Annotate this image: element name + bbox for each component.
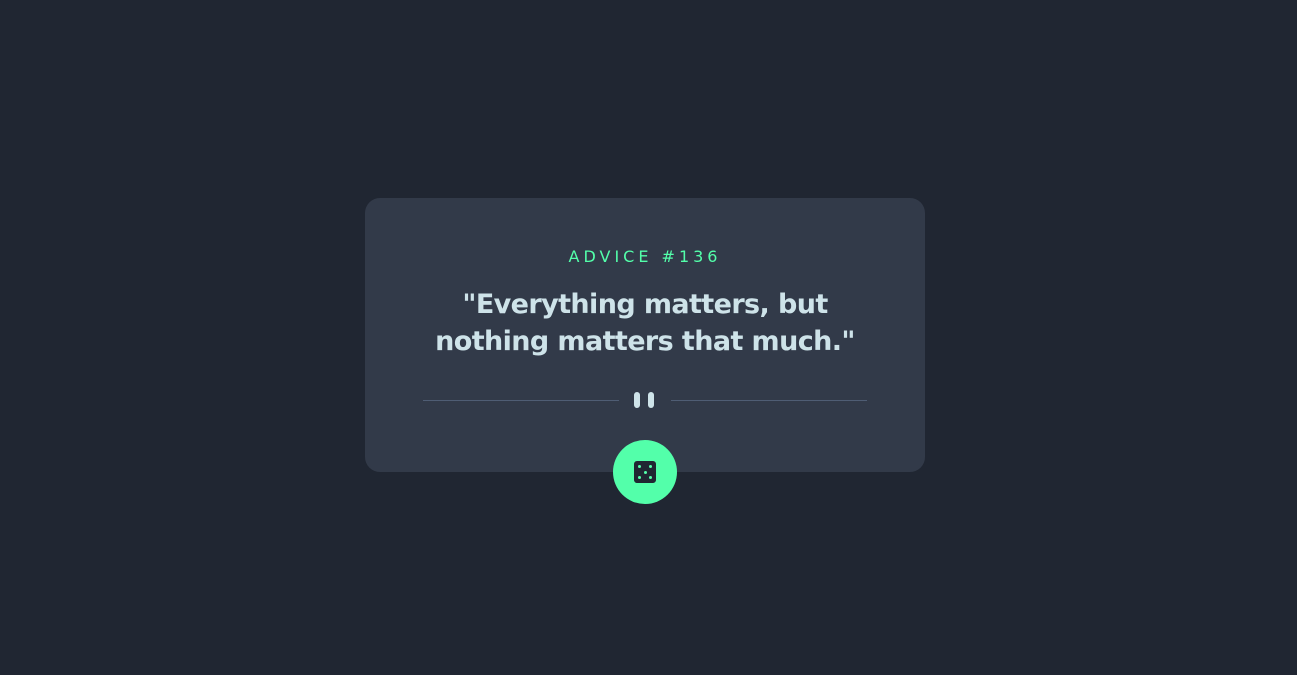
divider-line-left <box>423 400 619 401</box>
dice-icon <box>634 461 656 483</box>
divider <box>423 388 867 412</box>
page: ADVICE #136 "Everything matters, but not… <box>0 0 1297 675</box>
advice-card: ADVICE #136 "Everything matters, but not… <box>365 198 925 472</box>
divider-line-right <box>671 400 867 401</box>
pause-icon <box>634 392 656 408</box>
advice-quote: "Everything matters, but nothing matters… <box>435 289 855 357</box>
advice-id: ADVICE #136 <box>568 247 722 266</box>
new-advice-button[interactable] <box>613 440 677 504</box>
